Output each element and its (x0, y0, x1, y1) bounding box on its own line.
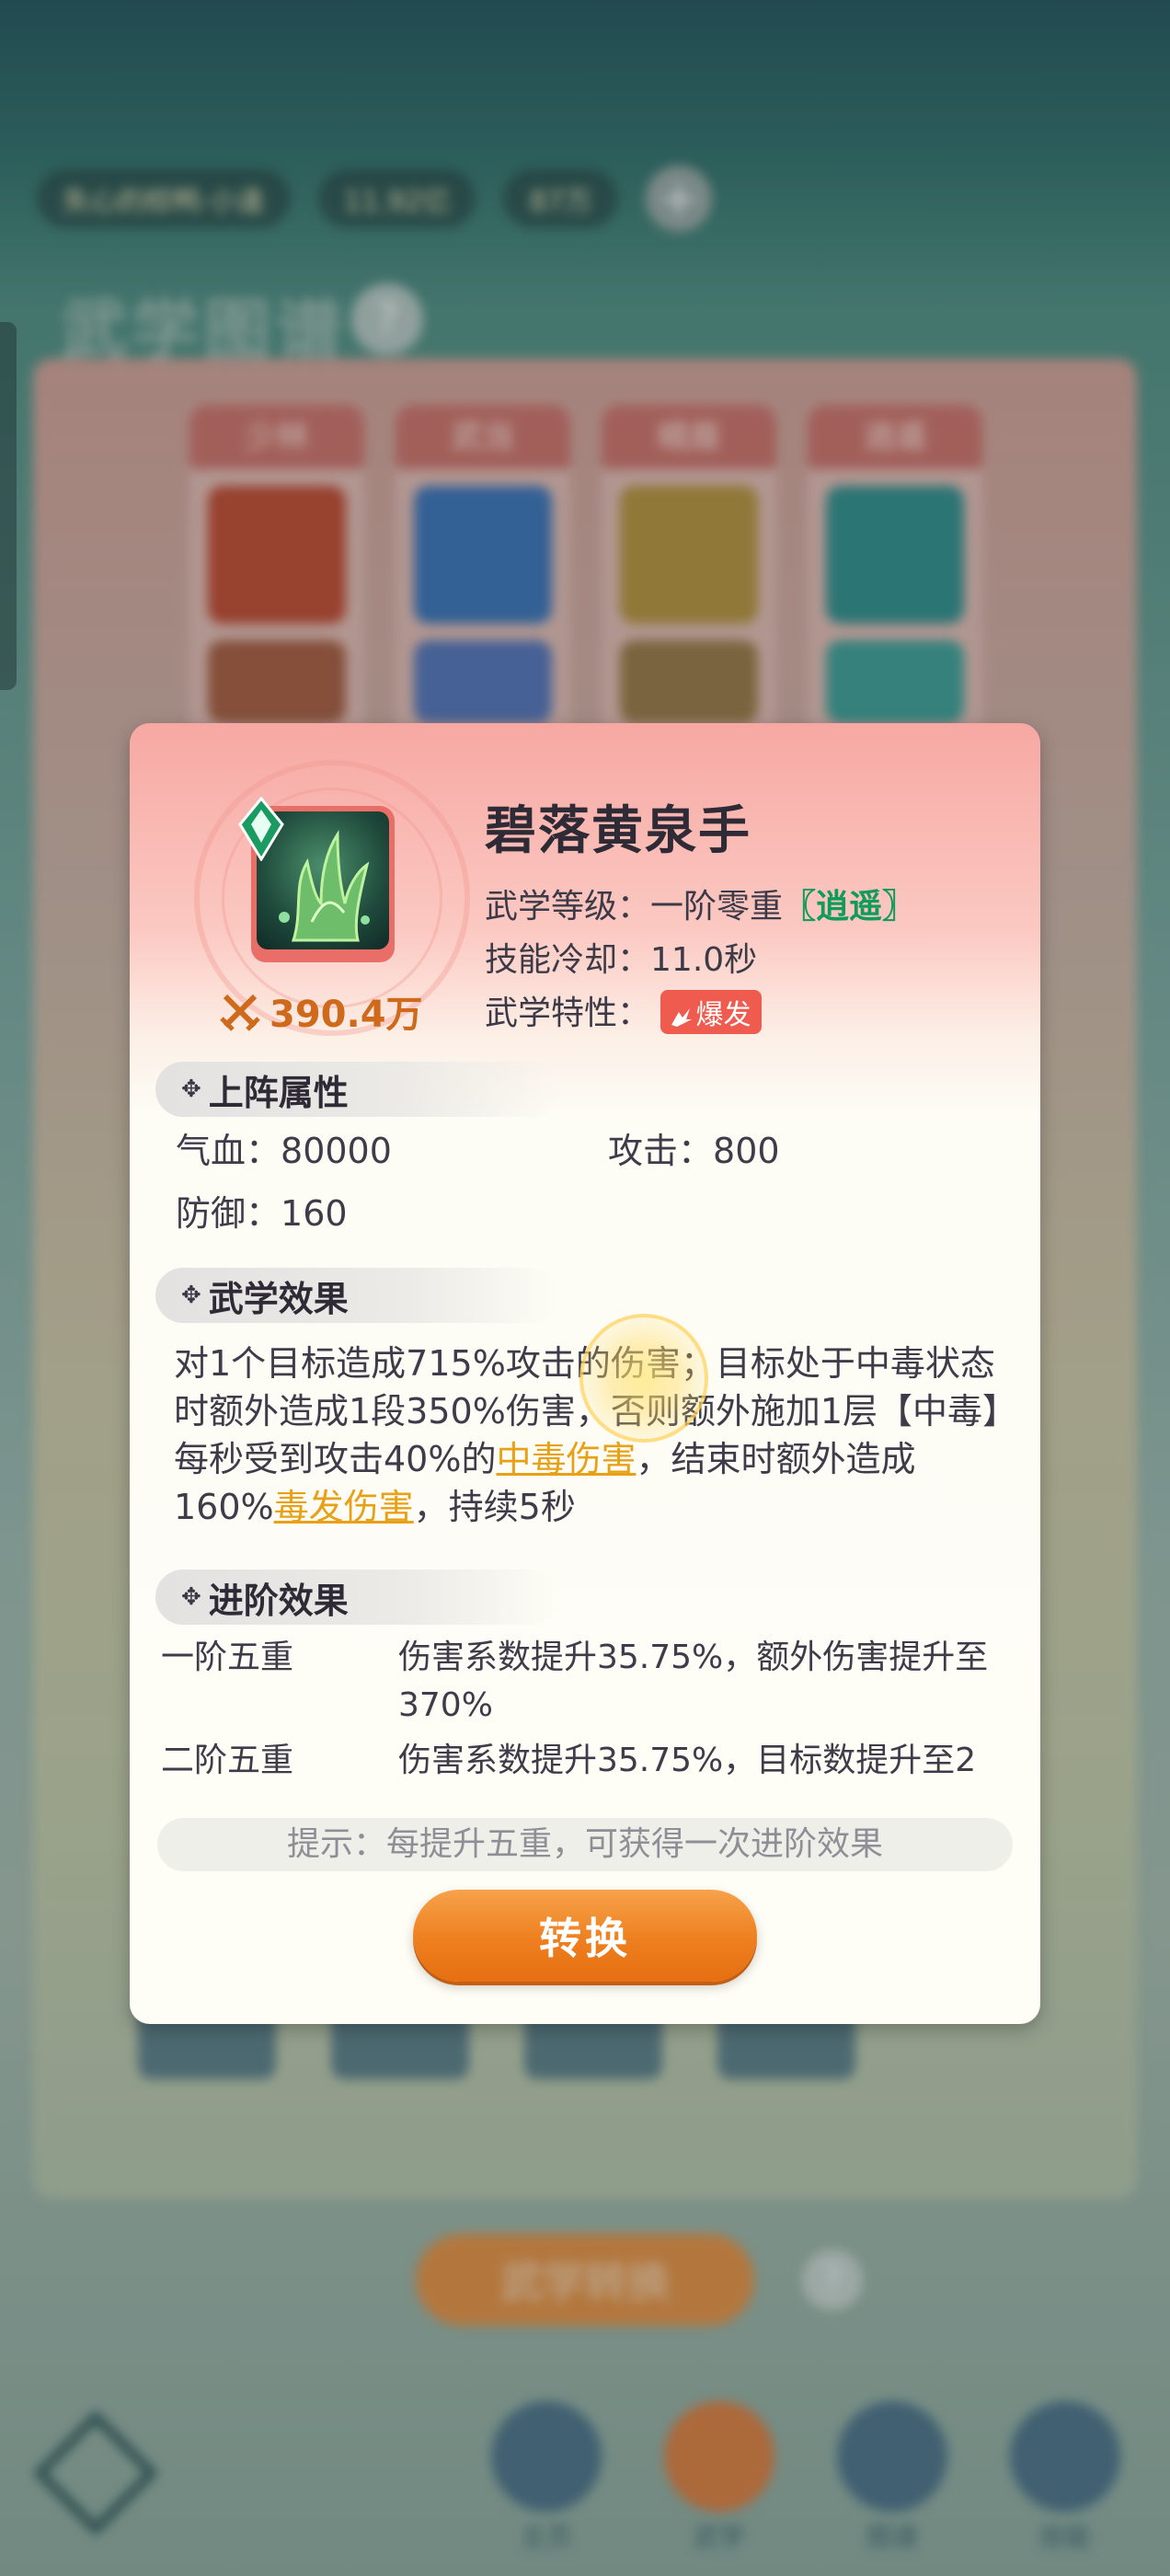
touch-indicator (579, 1314, 708, 1443)
burst-icon (671, 1007, 693, 1027)
cooldown-value: 11.0秒 (650, 941, 758, 979)
green-diamond-icon (238, 797, 284, 861)
side-drawer-handle (0, 322, 17, 690)
defense-value: 160 (281, 1193, 348, 1234)
advance-row: 一阶五重 伤害系数提升35.75%，额外伤害提升至370% (161, 1634, 1007, 1730)
hp-label: 气血： (176, 1131, 281, 1171)
poison-damage-link[interactable]: 中毒伤害 (496, 1439, 636, 1479)
convert-button[interactable]: 转换 (413, 1890, 757, 1982)
effect-text-3: ，持续5秒 (413, 1487, 576, 1527)
attack-stat: 攻击：800 (608, 1122, 780, 1173)
dialog-corner (976, 1960, 1040, 2024)
attack-value: 800 (713, 1131, 780, 1171)
defense-label: 防御： (176, 1193, 281, 1234)
diamond-bullet-icon: ✥ (181, 1075, 201, 1103)
combat-power-value: 390.4万 (270, 994, 423, 1036)
advance-list[interactable]: 一阶五重 伤害系数提升35.75%，额外伤害提升至370% 二阶五重 伤害系数提… (130, 1634, 1040, 1818)
advance-stage: 一阶五重 (161, 1639, 294, 1676)
skill-name: 碧落黄泉手 (485, 801, 751, 861)
advance-desc: 伤害系数提升35.75%，额外伤害提升至370% (398, 1639, 989, 1724)
effect-section-header: ✥ 武学效果 (155, 1268, 560, 1323)
advance-section-title: 进阶效果 (208, 1580, 349, 1621)
school-tag: 〖逍遥〗 (783, 888, 916, 926)
advance-tip: 提示：每提升五重，可获得一次进阶效果 (157, 1818, 1013, 1871)
advance-section-header: ✥ 进阶效果 (155, 1570, 560, 1625)
trait-row: 武学特性： 爆发 (485, 986, 763, 1037)
hp-value: 80000 (281, 1131, 392, 1171)
poison-burst-link[interactable]: 毒发伤害 (274, 1487, 414, 1527)
trait-badge-text: 爆发 (695, 999, 751, 1031)
effect-section-title: 武学效果 (208, 1278, 349, 1319)
cooldown-row: 技能冷却：11.0秒 (485, 933, 757, 981)
hp-stat: 气血：80000 (176, 1122, 392, 1173)
attributes-section-header: ✥ 上阵属性 (155, 1062, 560, 1117)
diamond-bullet-icon: ✥ (181, 1583, 201, 1611)
cooldown-label: 技能冷却： (485, 941, 651, 979)
skill-level-value: 一阶零重 (650, 888, 784, 926)
combat-power: 390.4万 (220, 984, 423, 1038)
skill-level-row: 武学等级：一阶零重〖逍遥〗 (485, 880, 915, 927)
crossed-swords-icon (220, 994, 260, 1031)
advance-row: 二阶五重 伤害系数提升35.75%，目标数提升至2 (161, 1737, 1007, 1785)
diamond-bullet-icon: ✥ (181, 1282, 201, 1309)
trait-label: 武学特性： (485, 995, 651, 1032)
attributes-section-title: 上阵属性 (208, 1072, 349, 1113)
advance-desc: 伤害系数提升35.75%，目标数提升至2 (398, 1742, 977, 1779)
skill-level-label: 武学等级： (485, 888, 651, 926)
attack-label: 攻击： (608, 1131, 714, 1171)
advance-stage: 二阶五重 (161, 1742, 294, 1779)
trait-badge: 爆发 (660, 990, 763, 1034)
defense-stat: 防御：160 (176, 1185, 348, 1236)
